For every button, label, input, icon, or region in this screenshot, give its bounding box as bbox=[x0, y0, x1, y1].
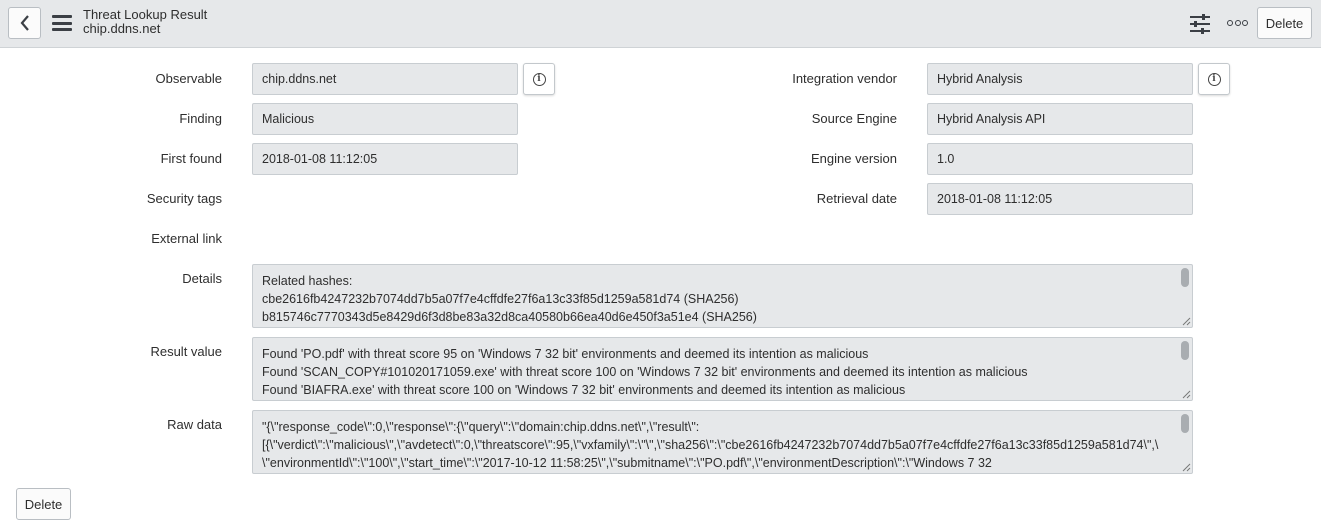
engine-version-label: Engine version bbox=[811, 151, 897, 166]
observable-label: Observable bbox=[155, 71, 222, 86]
integration-vendor-info-button[interactable]: i bbox=[1198, 63, 1230, 95]
resize-handle-icon[interactable] bbox=[1182, 463, 1191, 472]
details-label: Details bbox=[182, 271, 222, 286]
result-value-line: Found 'SCAN_COPY#101020171059.exe' with … bbox=[262, 365, 1028, 379]
source-engine-label: Source Engine bbox=[811, 111, 897, 126]
header-delete-button[interactable]: Delete bbox=[1257, 7, 1312, 39]
raw-data-label: Raw data bbox=[167, 417, 222, 432]
details-line: b815746c7770343d5e8429d6f3d8be83a32d8ca4… bbox=[262, 310, 757, 324]
result-value-textarea[interactable]: Found 'PO.pdf' with threat score 95 on '… bbox=[252, 337, 1193, 401]
hamburger-menu-icon[interactable] bbox=[52, 15, 72, 31]
first-found-field[interactable]: 2018-01-08 11:12:05 bbox=[252, 143, 518, 175]
footer-delete-button[interactable]: Delete bbox=[16, 488, 71, 520]
first-found-label: First found bbox=[160, 151, 222, 166]
engine-version-field[interactable]: 1.0 bbox=[927, 143, 1193, 175]
more-options-icon[interactable] bbox=[1227, 18, 1248, 28]
details-line: Related hashes: bbox=[262, 274, 353, 288]
details-scrollbar[interactable] bbox=[1181, 268, 1189, 287]
finding-label: Finding bbox=[179, 111, 222, 126]
result-value-scrollbar[interactable] bbox=[1181, 341, 1189, 360]
security-tags-label: Security tags bbox=[146, 191, 222, 206]
integration-vendor-field[interactable]: Hybrid Analysis bbox=[927, 63, 1193, 95]
retrieval-date-field[interactable]: 2018-01-08 11:12:05 bbox=[927, 183, 1193, 215]
result-value-line: Found 'PO.pdf' with threat score 95 on '… bbox=[262, 347, 869, 361]
resize-handle-icon[interactable] bbox=[1182, 317, 1191, 326]
finding-field[interactable]: Malicious bbox=[252, 103, 518, 135]
raw-data-scrollbar[interactable] bbox=[1181, 414, 1189, 433]
form-header: Threat Lookup Result chip.ddns.net Delet… bbox=[0, 0, 1321, 48]
raw-data-textarea[interactable]: "{\"response_code\":0,\"response\":{\"qu… bbox=[252, 410, 1193, 474]
source-engine-field[interactable]: Hybrid Analysis API bbox=[927, 103, 1193, 135]
result-value-line: Found 'BIAFRA.exe' with threat score 100… bbox=[262, 383, 906, 397]
details-line: cbe2616fb4247232b7074dd7b5a07f7e4cffdfe2… bbox=[262, 292, 739, 306]
sliders-icon[interactable] bbox=[1189, 13, 1211, 35]
resize-handle-icon[interactable] bbox=[1182, 390, 1191, 399]
observable-info-button[interactable]: i bbox=[523, 63, 555, 95]
page-title: Threat Lookup Result bbox=[83, 7, 208, 22]
details-textarea[interactable]: Related hashes: cbe2616fb4247232b7074dd7… bbox=[252, 264, 1193, 328]
chevron-left-icon bbox=[20, 15, 29, 31]
raw-data-line: \"environmentId\":\"100\",\"start_time\"… bbox=[262, 456, 992, 470]
raw-data-line: [{\"verdict\":\"malicious\",\"avdetect\"… bbox=[262, 438, 1159, 452]
header-title-block: Threat Lookup Result chip.ddns.net bbox=[83, 8, 207, 36]
external-link-label: External link bbox=[151, 231, 222, 246]
retrieval-date-label: Retrieval date bbox=[816, 191, 897, 206]
raw-data-line: "{\"response_code\":0,\"response\":{\"qu… bbox=[262, 420, 700, 434]
observable-field[interactable]: chip.ddns.net bbox=[252, 63, 518, 95]
back-button[interactable] bbox=[8, 7, 41, 39]
integration-vendor-label: Integration vendor bbox=[792, 71, 897, 86]
result-value-label: Result value bbox=[150, 344, 222, 359]
page-subtitle: chip.ddns.net bbox=[83, 21, 161, 36]
info-icon: i bbox=[1207, 72, 1221, 86]
info-icon: i bbox=[532, 72, 546, 86]
